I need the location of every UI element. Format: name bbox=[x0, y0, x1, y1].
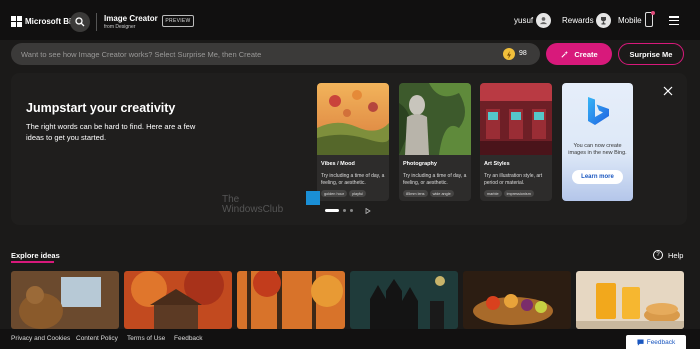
product-subtitle: from Designer bbox=[104, 24, 136, 30]
carousel-dot[interactable] bbox=[350, 209, 353, 212]
rewards-link[interactable]: Rewards bbox=[562, 16, 594, 25]
jumpstart-subtitle: The right words can be hard to find. Her… bbox=[26, 122, 196, 142]
explore-thumbnail[interactable] bbox=[576, 271, 684, 329]
tip-card-art-styles[interactable]: Art Styles Try an illustration style, ar… bbox=[480, 83, 552, 201]
tip-chip[interactable]: impressionism bbox=[503, 190, 534, 197]
coin-icon[interactable] bbox=[503, 48, 515, 60]
bing-logo bbox=[588, 97, 609, 125]
create-label: Create bbox=[574, 49, 598, 59]
user-icon bbox=[539, 17, 548, 25]
play-icon[interactable] bbox=[365, 208, 371, 214]
rewards-icon[interactable] bbox=[596, 13, 611, 28]
explore-thumbnail[interactable] bbox=[237, 271, 345, 329]
tip-card-title: Vibes / Mood bbox=[321, 161, 355, 167]
search-button[interactable] bbox=[70, 12, 90, 32]
notification-dot bbox=[651, 11, 655, 15]
tip-chip[interactable]: golden hour bbox=[321, 190, 348, 197]
tip-chip[interactable]: marble bbox=[484, 190, 502, 197]
carousel-dot-active[interactable] bbox=[325, 209, 339, 212]
tip-card-description: Try an illustration style, art period or… bbox=[484, 173, 543, 186]
tip-card-description: Try including a time of day, a feeling, … bbox=[321, 173, 385, 186]
explore-thumbnail[interactable] bbox=[11, 271, 119, 329]
microsoft-logo-icon bbox=[11, 16, 22, 27]
surprise-me-button[interactable]: Surprise Me bbox=[618, 43, 684, 65]
header-divider bbox=[96, 13, 97, 31]
mobile-link[interactable]: Mobile bbox=[618, 16, 642, 25]
statue-image bbox=[399, 83, 471, 155]
footer-link-terms[interactable]: Terms of Use bbox=[127, 335, 165, 342]
close-icon[interactable] bbox=[662, 85, 674, 97]
explore-thumbnail[interactable] bbox=[350, 271, 458, 329]
menu-icon[interactable] bbox=[669, 16, 679, 25]
arcade-image bbox=[480, 83, 552, 155]
carousel-dots bbox=[325, 209, 353, 212]
tip-chip[interactable]: wide angle bbox=[429, 190, 454, 197]
explore-thumbnail[interactable] bbox=[463, 271, 571, 329]
tab-underline bbox=[11, 261, 54, 263]
user-avatar[interactable] bbox=[536, 13, 551, 28]
preview-badge: PREVIEW bbox=[162, 15, 194, 27]
balloons-image bbox=[317, 83, 389, 155]
tip-chip[interactable]: playful bbox=[349, 190, 367, 197]
help-link[interactable]: Help bbox=[668, 251, 683, 260]
tip-card-title: Photography bbox=[403, 161, 437, 167]
tip-card-title: Art Styles bbox=[484, 161, 510, 167]
carousel-dot[interactable] bbox=[343, 209, 346, 212]
trophy-icon bbox=[601, 17, 606, 25]
sparkle-icon bbox=[561, 50, 569, 58]
jumpstart-title: Jumpstart your creativity bbox=[26, 101, 176, 115]
chat-icon bbox=[637, 338, 644, 346]
explore-ideas-tab[interactable]: Explore ideas bbox=[11, 251, 60, 260]
boosts-count: 98 bbox=[519, 50, 527, 57]
product-title[interactable]: Image Creator bbox=[104, 14, 158, 23]
tip-chip[interactable]: 85mm lens bbox=[403, 190, 428, 197]
footer-link-feedback[interactable]: Feedback bbox=[174, 335, 203, 342]
prompt-input[interactable] bbox=[21, 43, 491, 65]
watermark-line: WindowsClub bbox=[222, 204, 284, 215]
user-name[interactable]: yusuf bbox=[514, 16, 533, 25]
help-icon[interactable]: ? bbox=[653, 250, 663, 260]
watermark-text: The WindowsClub bbox=[222, 195, 283, 215]
footer-link-privacy[interactable]: Privacy and Cookies bbox=[11, 335, 70, 342]
watermark-logo bbox=[306, 191, 320, 205]
learn-more-button[interactable]: Learn more bbox=[572, 170, 623, 184]
feedback-label: Feedback bbox=[646, 338, 676, 346]
bing-promo-card: You can now create images in the new Bin… bbox=[562, 83, 633, 201]
feedback-button[interactable]: Feedback bbox=[626, 335, 686, 349]
prompt-bar: 98 bbox=[11, 43, 540, 65]
footer-link-content-policy[interactable]: Content Policy bbox=[76, 335, 118, 342]
explore-thumbnail[interactable] bbox=[124, 271, 232, 329]
search-icon bbox=[75, 17, 85, 27]
promo-text: You can now create images in the new Bin… bbox=[568, 143, 627, 156]
create-button[interactable]: Create bbox=[546, 43, 612, 65]
tip-card-photography[interactable]: Photography Try including a time of day,… bbox=[399, 83, 471, 201]
tip-card-description: Try including a time of day, a feeling, … bbox=[403, 173, 467, 186]
tip-card-vibes[interactable]: Vibes / Mood Try including a time of day… bbox=[317, 83, 389, 201]
